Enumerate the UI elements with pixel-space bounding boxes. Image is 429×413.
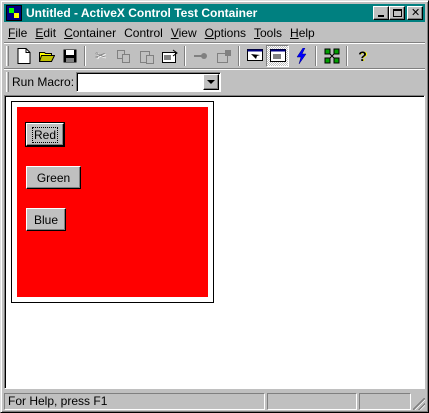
- macro-toolbar: Run Macro:: [4, 70, 425, 94]
- main-toolbar: ✂ ?: [4, 44, 425, 68]
- menu-bar: File Edit Container Control View Options…: [4, 24, 425, 42]
- menu-view-mnemonic: V: [170, 26, 179, 40]
- paste-button[interactable]: [135, 45, 158, 67]
- run-macro-dropdown-button[interactable]: [203, 74, 220, 90]
- menu-file-label: ile: [15, 26, 28, 40]
- menu-options-label: ptions: [213, 26, 246, 40]
- maximize-icon: [393, 9, 402, 17]
- minimize-button[interactable]: [373, 6, 389, 20]
- open-button[interactable]: [35, 45, 58, 67]
- cut-button[interactable]: ✂: [89, 45, 112, 67]
- run-mode-icon: [269, 49, 286, 62]
- red-button-label: Red: [31, 126, 59, 143]
- app-icon[interactable]: [6, 5, 22, 21]
- green-button-label: Green: [36, 170, 71, 185]
- menu-help[interactable]: Help: [286, 26, 319, 40]
- help-button[interactable]: ?: [351, 45, 374, 67]
- insert-control-button[interactable]: [158, 45, 181, 67]
- menu-control-first: C: [124, 26, 133, 40]
- toolbar-separator: [315, 46, 317, 66]
- window-title: Untitled - ActiveX Control Test Containe…: [26, 6, 258, 20]
- resize-grip[interactable]: [413, 398, 425, 410]
- macro-toolbar-grip[interactable]: [6, 72, 9, 92]
- window-controls: ✕: [373, 6, 423, 20]
- close-icon: ✕: [411, 7, 421, 19]
- menu-view-label: iew: [178, 26, 197, 40]
- properties-button[interactable]: [212, 45, 235, 67]
- menu-view[interactable]: View: [167, 26, 201, 40]
- blue-button[interactable]: Blue: [26, 208, 66, 231]
- menu-file[interactable]: File: [4, 26, 31, 40]
- maximize-button[interactable]: [389, 6, 405, 20]
- run-mode-button[interactable]: [266, 45, 289, 67]
- container-client-area[interactable]: Red Green Blue: [4, 95, 425, 389]
- menu-help-label: elp: [298, 26, 315, 40]
- blue-button-label: Blue: [33, 212, 59, 227]
- toolbar-separator: [184, 46, 186, 66]
- chevron-down-icon: [207, 80, 216, 84]
- menu-tools-label: ools: [260, 26, 283, 40]
- new-document-icon: [17, 48, 30, 64]
- run-macro-combo[interactable]: [76, 72, 222, 92]
- ambient-properties-button[interactable]: [320, 45, 343, 67]
- activex-control[interactable]: Red Green Blue: [17, 107, 208, 297]
- status-pane-2: [267, 392, 358, 410]
- toolbar-separator: [346, 46, 348, 66]
- menu-control-label: ontrol: [132, 26, 163, 40]
- menu-container[interactable]: Container: [60, 26, 120, 40]
- copy-icon: [116, 49, 130, 63]
- status-bar: For Help, press F1: [4, 392, 425, 410]
- paste-icon: [139, 50, 154, 64]
- save-disk-icon: [63, 49, 76, 63]
- new-button[interactable]: [12, 45, 35, 67]
- title-bar[interactable]: Untitled - ActiveX Control Test Containe…: [4, 4, 425, 22]
- control-site-frame[interactable]: Red Green Blue: [11, 101, 214, 303]
- design-mode-button[interactable]: [243, 45, 266, 67]
- cut-icon: ✂: [95, 48, 106, 63]
- menu-help-mnemonic: H: [290, 26, 299, 40]
- menu-container-mnemonic: C: [64, 26, 73, 40]
- status-pane-3: [359, 392, 412, 410]
- menu-container-label: ontainer: [72, 26, 117, 40]
- app-window: Untitled - ActiveX Control Test Containe…: [0, 0, 429, 413]
- toolbar-grip[interactable]: [6, 46, 9, 66]
- menu-edit-label: dit: [43, 26, 57, 40]
- save-button[interactable]: [58, 45, 81, 67]
- menu-tools[interactable]: Tools: [250, 26, 286, 40]
- menu-options-mnemonic: O: [204, 26, 214, 40]
- red-button[interactable]: Red: [25, 122, 65, 147]
- status-text: For Help, press F1: [4, 392, 266, 410]
- events-button[interactable]: [289, 45, 312, 67]
- ambient-properties-icon: [324, 48, 339, 64]
- green-button[interactable]: Green: [26, 166, 81, 189]
- invoke-methods-button[interactable]: [189, 45, 212, 67]
- toolbar-separator: [238, 46, 240, 66]
- design-mode-icon: [246, 49, 263, 61]
- menu-edit[interactable]: Edit: [31, 26, 60, 40]
- toolbar-separator: [84, 46, 86, 66]
- help-icon: ?: [358, 48, 367, 64]
- menu-control[interactable]: Control: [120, 26, 167, 40]
- events-lightning-icon: [296, 48, 306, 64]
- close-button[interactable]: ✕: [407, 6, 423, 20]
- minimize-icon: [378, 15, 384, 17]
- menu-options[interactable]: Options: [201, 26, 250, 40]
- invoke-methods-icon: [193, 53, 207, 59]
- open-folder-icon: [38, 52, 55, 62]
- copy-button[interactable]: [112, 45, 135, 67]
- insert-control-icon: [161, 49, 178, 63]
- run-macro-label: Run Macro:: [12, 75, 75, 89]
- properties-icon: [216, 49, 231, 63]
